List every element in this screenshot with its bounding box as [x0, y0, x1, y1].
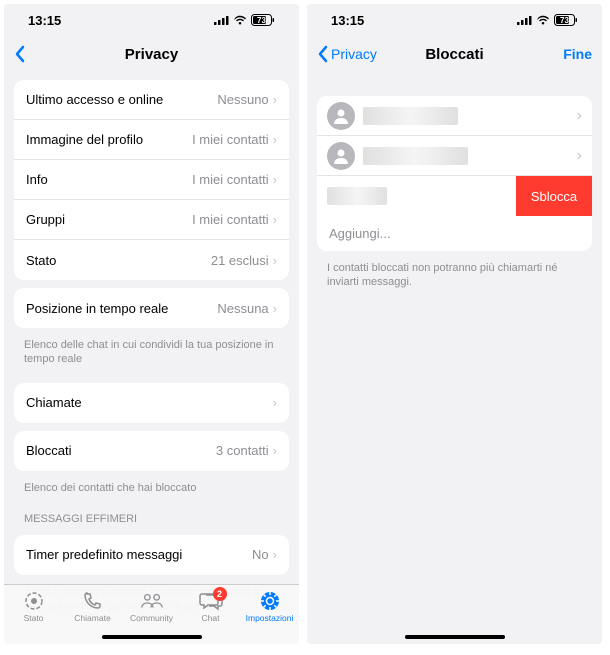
svg-text:73: 73 — [560, 16, 569, 25]
chevron-right-icon: › — [273, 172, 277, 187]
nav-bar: Privacy — [4, 36, 299, 72]
header-ephemeral: MESSAGGI EFFIMERI — [4, 503, 299, 527]
group-ephemeral: Timer predefinito messaggiNo› — [14, 535, 289, 575]
community-icon — [140, 589, 164, 613]
chat-badge: 2 — [213, 587, 227, 601]
tab-chiamate[interactable]: Chiamate — [63, 589, 122, 623]
footer-blocked-desc: I contatti bloccati non potranno più chi… — [307, 259, 602, 298]
status-bar: 13:15 73 — [307, 4, 602, 36]
chevron-right-icon: › — [577, 147, 582, 165]
row-last-seen[interactable]: Ultimo accesso e onlineNessuno› — [14, 80, 289, 120]
back-button[interactable] — [14, 45, 74, 63]
row-status[interactable]: Stato21 esclusi› — [14, 240, 289, 280]
tab-chat[interactable]: 2 Chat — [181, 589, 240, 623]
svg-text:73: 73 — [257, 16, 266, 25]
add-contact-row[interactable]: Aggiungi... — [317, 216, 592, 251]
tab-community[interactable]: Community — [122, 589, 181, 623]
nav-title: Bloccati — [425, 46, 483, 63]
row-live-location[interactable]: Posizione in tempo realeNessuna› — [14, 288, 289, 328]
blocked-contact-row[interactable]: › — [317, 96, 592, 136]
phone-icon — [81, 589, 105, 613]
redacted-name — [363, 107, 458, 125]
privacy-screen: 13:15 73 Privacy Ultimo accesso e online… — [4, 4, 299, 644]
gear-icon — [258, 589, 282, 613]
row-groups[interactable]: GruppiI miei contatti› — [14, 200, 289, 240]
avatar — [327, 102, 355, 130]
group-location: Posizione in tempo realeNessuna› — [14, 288, 289, 328]
tab-stato[interactable]: Stato — [4, 589, 63, 623]
chevron-right-icon: › — [273, 547, 277, 562]
blocked-list: › › Sblocca Aggiungi... — [317, 96, 592, 251]
status-bar: 13:15 73 — [4, 4, 299, 36]
redacted-name — [327, 187, 387, 205]
status-indicators: 73 — [214, 14, 275, 26]
group-calls: Chiamate› — [14, 383, 289, 423]
chevron-right-icon: › — [273, 132, 277, 147]
chevron-left-icon — [317, 45, 328, 63]
group-visibility: Ultimo accesso e onlineNessuno› Immagine… — [14, 80, 289, 280]
row-info[interactable]: InfoI miei contatti› — [14, 160, 289, 200]
status-time: 13:15 — [331, 13, 364, 28]
footer-location: Elenco delle chat in cui condividi la tu… — [4, 336, 299, 375]
tab-impostazioni[interactable]: Impostazioni — [240, 589, 299, 623]
nav-bar: Privacy Bloccati Fine — [307, 36, 602, 72]
chevron-right-icon: › — [273, 253, 277, 268]
content-scroll[interactable]: › › Sblocca Aggiungi... I contatti blocc… — [307, 72, 602, 627]
signal-icon — [214, 15, 229, 25]
content-scroll[interactable]: Ultimo accesso e onlineNessuno› Immagine… — [4, 72, 299, 627]
group-blocked: Bloccati3 contatti› — [14, 431, 289, 471]
chevron-right-icon: › — [273, 443, 277, 458]
chat-icon: 2 — [199, 589, 223, 613]
blocked-screen: 13:15 73 Privacy Bloccati Fine › › — [307, 4, 602, 644]
footer-blocked: Elenco dei contatti che hai bloccato — [4, 479, 299, 503]
status-indicators: 73 — [517, 14, 578, 26]
home-indicator[interactable] — [102, 635, 202, 639]
battery-icon: 73 — [251, 14, 275, 26]
redacted-name — [363, 147, 468, 165]
blocked-contact-swiped[interactable]: Sblocca — [317, 176, 592, 216]
row-calls[interactable]: Chiamate› — [14, 383, 289, 423]
unblock-button[interactable]: Sblocca — [516, 176, 592, 216]
chevron-right-icon: › — [273, 395, 277, 410]
status-icon — [22, 589, 46, 613]
avatar — [327, 142, 355, 170]
nav-title: Privacy — [125, 46, 178, 63]
done-button[interactable]: Fine — [542, 46, 592, 62]
chevron-right-icon: › — [273, 212, 277, 227]
row-timer[interactable]: Timer predefinito messaggiNo› — [14, 535, 289, 575]
chevron-left-icon — [14, 45, 25, 63]
wifi-icon — [233, 15, 247, 25]
signal-icon — [517, 15, 532, 25]
wifi-icon — [536, 15, 550, 25]
home-indicator[interactable] — [405, 635, 505, 639]
blocked-contact-row[interactable]: › — [317, 136, 592, 176]
battery-icon: 73 — [554, 14, 578, 26]
row-profile-photo[interactable]: Immagine del profiloI miei contatti› — [14, 120, 289, 160]
status-time: 13:15 — [28, 13, 61, 28]
row-blocked[interactable]: Bloccati3 contatti› — [14, 431, 289, 471]
chevron-right-icon: › — [273, 92, 277, 107]
back-button[interactable]: Privacy — [317, 45, 377, 63]
chevron-right-icon: › — [577, 107, 582, 125]
chevron-right-icon: › — [273, 301, 277, 316]
